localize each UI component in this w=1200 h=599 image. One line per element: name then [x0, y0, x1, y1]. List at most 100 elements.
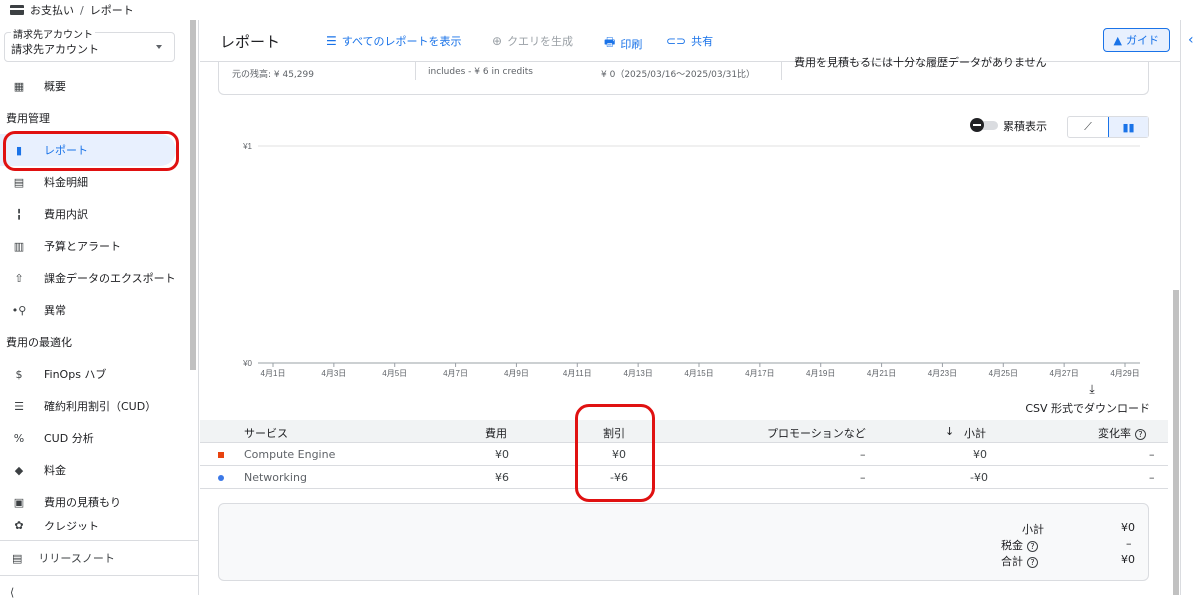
row-subtotal: -¥0 — [970, 471, 988, 484]
csv-download-button[interactable]: ⤓ CSV 形式でダウンロード — [1020, 382, 1150, 416]
share-label: 共有 — [691, 35, 714, 48]
x-tick-label: 4月9日 — [504, 369, 529, 378]
budget-icon: ▥ — [13, 239, 25, 253]
totals-panel: 小計 ¥0 税金? – 合計? ¥0 — [218, 503, 1149, 581]
table-row[interactable]: Compute Engine ¥0 ¥0 – ¥0 – — [200, 443, 1168, 466]
sort-down-icon[interactable]: ↓ — [945, 425, 954, 438]
cost-chart: ¥0 ¥1 4月1日 4月3日 4月5日 4月7日 4月9日 4月11日 4月13日 4月15日 4… — [242, 142, 1140, 378]
row-service: Networking — [244, 471, 307, 484]
calculator-icon: ▣ — [13, 495, 25, 509]
line-chart-button[interactable]: ⟋ — [1068, 117, 1108, 137]
divider — [781, 62, 782, 80]
y-tick-label: ¥0 — [242, 359, 252, 368]
x-tick-label: 4月5日 — [382, 369, 407, 378]
breadcrumb-separator: / — [80, 3, 84, 17]
row-promo: – — [860, 448, 866, 461]
chevron-down-icon — [156, 45, 162, 49]
col-promo[interactable]: プロモーションなど — [767, 425, 866, 441]
sidebar-item-overview[interactable]: ▦ 概要 — [0, 70, 188, 102]
release-notes-link[interactable]: ▤ リリースノート — [0, 540, 198, 575]
credits-note: includes - ¥ 6 in credits — [428, 67, 533, 77]
help-icon[interactable]: ? — [1135, 429, 1146, 440]
row-subtotal: ¥0 — [973, 448, 987, 461]
sidebar-item-cost-estimate[interactable]: ▣ 費用の見積もり — [0, 486, 188, 518]
help-icon[interactable]: ? — [1027, 541, 1038, 552]
col-change[interactable]: 変化率? — [1098, 425, 1146, 441]
sidebar-item-pricing[interactable]: ◆ 料金 — [0, 454, 188, 486]
tax-row: 税金? — [1001, 537, 1038, 553]
collapse-icon[interactable]: ⟨ — [10, 586, 14, 599]
view-all-reports-button[interactable]: ☰ すべてのレポートを表示 — [326, 33, 462, 49]
sidebar-item-label: CUD 分析 — [44, 432, 94, 445]
row-promo: – — [860, 471, 866, 484]
breadcrumb: お支払い / レポート — [0, 0, 1200, 20]
y-tick-label: ¥1 — [242, 142, 252, 151]
total-row: 合計? — [1001, 553, 1038, 569]
sidebar-item-label: 費用の見積もり — [44, 496, 121, 509]
breadcrumb-current: レポート — [89, 4, 134, 17]
sidebar-item-label: 料金 — [44, 464, 66, 477]
help-icon[interactable]: ? — [1027, 557, 1038, 568]
col-service[interactable]: サービス — [244, 425, 288, 441]
comparison-value: ¥ 0（2025/03/16～2025/03/31比） — [601, 70, 756, 80]
sidebar-item-cost-breakdown[interactable]: ╏ 費用内訳 — [0, 198, 188, 230]
table-icon: ▤ — [13, 175, 25, 189]
x-tick-label: 4月27日 — [1049, 369, 1078, 378]
tax-label: 税金 — [1001, 539, 1023, 552]
sidebar-item-anomalies[interactable]: •⚲ 異常 — [0, 294, 188, 326]
series-swatch — [218, 452, 224, 458]
list-icon: ☰ — [14, 399, 24, 413]
create-query-label: クエリを生成 — [507, 35, 574, 48]
sidebar-item-label: クレジット — [44, 520, 99, 530]
share-button[interactable]: ⊂⊃ 共有 — [666, 33, 713, 49]
guide-label: ガイド — [1126, 34, 1159, 47]
export-icon: ⇧ — [14, 271, 24, 285]
main-scrollbar[interactable] — [1173, 290, 1179, 595]
print-label: 印刷 — [620, 37, 643, 51]
x-tick-label: 4月29日 — [1110, 369, 1139, 378]
total-value: ¥0 — [1121, 553, 1135, 566]
col-subtotal[interactable]: 小計 — [964, 425, 986, 441]
bar-chart-button[interactable]: ▮▮ — [1107, 117, 1148, 137]
account-selector[interactable]: 請求先アカウント 請求先アカウント — [4, 26, 175, 62]
breadcrumb-root[interactable]: お支払い — [30, 2, 74, 18]
sidebar-item-label: 確約利用割引（CUD） — [44, 400, 157, 413]
subtotal-value: ¥0 — [1121, 521, 1135, 534]
guide-button[interactable]: ▲ ガイド — [1102, 28, 1170, 52]
cumulative-label: 累積表示 — [1003, 120, 1047, 133]
billing-icon — [10, 5, 24, 15]
subtotal-label: 小計 — [1022, 523, 1044, 536]
sidebar-item-label: 費用内訳 — [44, 208, 88, 221]
sidebar-item-finops-hub[interactable]: $ FinOps ハブ — [0, 358, 188, 390]
sidebar-scrollbar[interactable] — [190, 20, 196, 370]
sidebar-item-label: 異常 — [44, 304, 66, 317]
row-service: Compute Engine — [244, 448, 336, 461]
sidebar-item-cud[interactable]: ☰ 確約利用割引（CUD） — [0, 390, 188, 422]
dashboard-icon: ▦ — [13, 79, 25, 93]
notes-icon: ▤ — [12, 551, 23, 565]
chevron-left-icon[interactable]: ‹ — [1188, 32, 1194, 48]
series-swatch — [218, 475, 224, 481]
create-query-button[interactable]: ⊕ クエリを生成 — [492, 33, 573, 49]
x-tick-label: 4月3日 — [321, 369, 346, 378]
cumulative-toggle[interactable] — [970, 118, 998, 132]
sidebar-item-credits[interactable]: ✿ クレジット — [0, 518, 188, 531]
row-cost: ¥6 — [495, 471, 509, 484]
sidebar-item-budgets[interactable]: ▥ 予算とアラート — [0, 230, 188, 262]
sidebar-item-billing-export[interactable]: ⇧ 課金データのエクスポート — [0, 262, 188, 294]
col-cost[interactable]: 費用 — [485, 425, 507, 441]
forecast-note: 費用を見積もるには十分な履歴データがありません — [794, 56, 1047, 69]
sidebar-item-label: 料金明細 — [44, 176, 88, 189]
sidebar-item-label: FinOps ハブ — [44, 368, 107, 381]
x-tick-label: 4月17日 — [745, 369, 774, 378]
print-button[interactable]: 🖶 印刷 — [604, 33, 642, 54]
csv-download-label: CSV 形式でダウンロード — [1025, 402, 1150, 415]
x-tick-label: 4月25日 — [989, 369, 1018, 378]
table-row[interactable]: Networking ¥6 -¥6 – -¥0 – — [200, 466, 1168, 489]
school-icon: ▲ — [1113, 33, 1122, 47]
sidebar-item-cud-analysis[interactable]: % CUD 分析 — [0, 422, 188, 454]
download-icon: ⤓ — [1089, 382, 1095, 396]
release-notes-label: リリースノート — [38, 552, 115, 565]
link-icon: ⊂⊃ — [666, 34, 687, 48]
tag-icon: ◆ — [14, 463, 24, 477]
